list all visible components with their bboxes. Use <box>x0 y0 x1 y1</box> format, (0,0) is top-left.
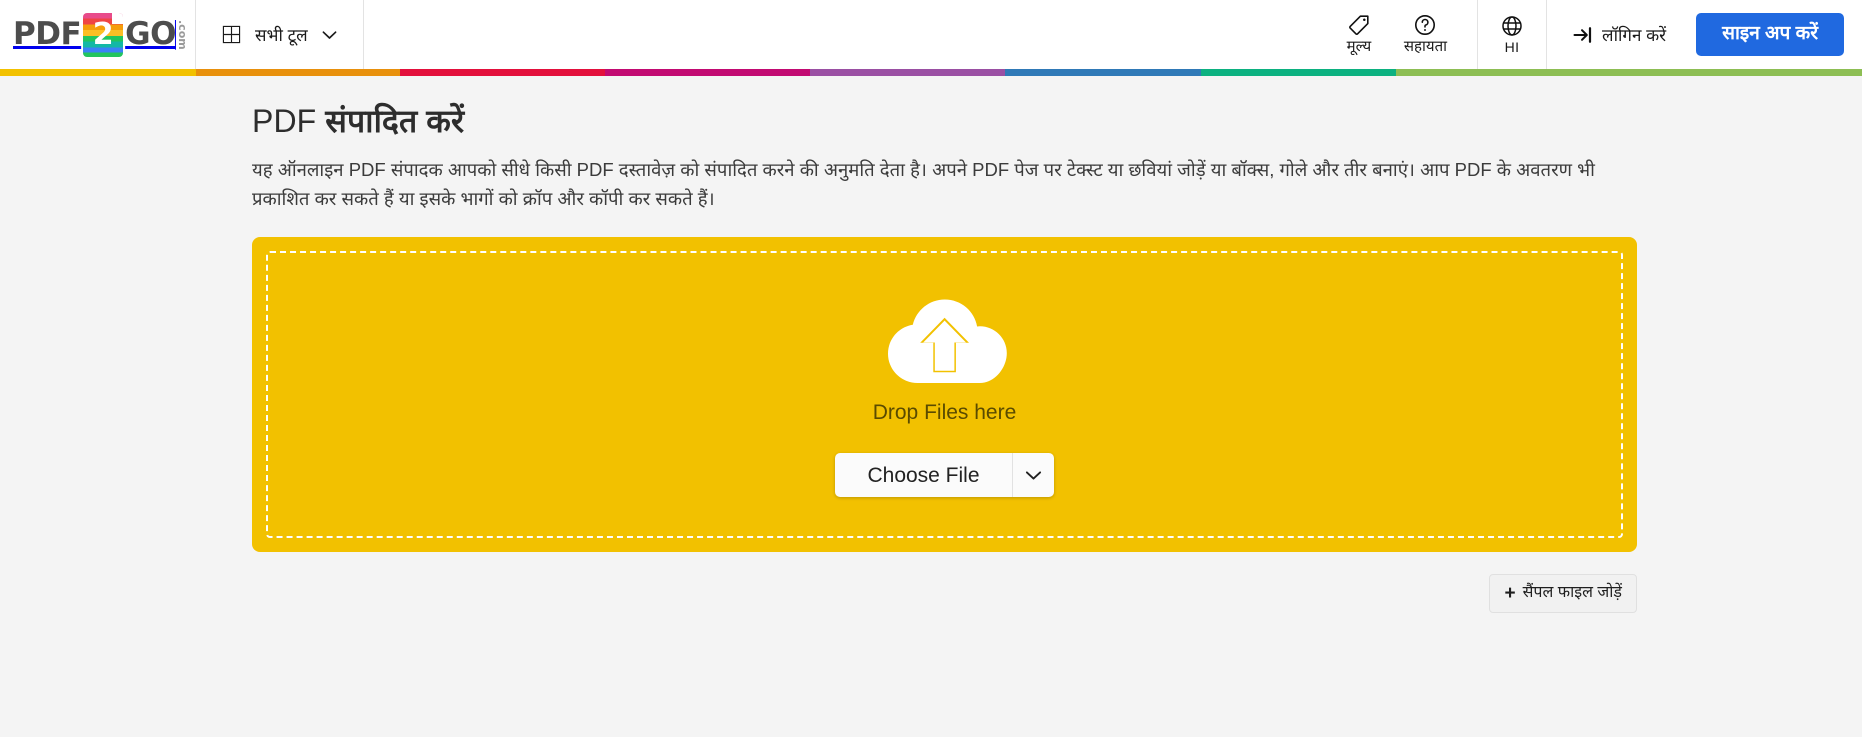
page-title-bold: संपादित करें <box>325 103 465 139</box>
file-dropzone[interactable]: Drop Files here Choose File <box>252 236 1637 552</box>
logo-mark-icon <box>83 12 124 57</box>
content-column: PDF संपादित करें यह ऑनलाइन PDF संपादक आप… <box>252 102 1637 613</box>
stripe-segment <box>1200 69 1397 76</box>
grid-icon <box>222 25 241 44</box>
login-link[interactable]: लॉगिन करें <box>1551 0 1688 69</box>
globe-icon <box>1500 14 1524 38</box>
help-circle-icon <box>1413 13 1437 37</box>
sample-file-row: + सैंपल फाइल जोड़ें <box>252 573 1637 613</box>
choose-file-group: Choose File <box>835 453 1054 498</box>
main-content: PDF संपादित करें यह ऑनलाइन PDF संपादक आप… <box>0 76 1862 613</box>
stripe-segment <box>809 69 1006 76</box>
signup-button[interactable]: साइन अप करें <box>1696 13 1844 56</box>
logo-text-go: GO <box>125 16 176 52</box>
price-tag-icon <box>1347 13 1371 37</box>
header-spacer <box>364 0 1328 69</box>
pricing-link[interactable]: मूल्य <box>1328 0 1390 69</box>
chevron-down-icon <box>322 30 337 40</box>
login-label: लॉगिन करें <box>1602 26 1667 45</box>
stripe-segment <box>0 69 196 76</box>
page-description: यह ऑनलाइन PDF संपादक आपको सीधे किसी PDF … <box>252 159 1595 210</box>
stripe-segment <box>400 69 606 76</box>
stripe-segment <box>1005 69 1201 76</box>
all-tools-label: सभी टूल <box>255 26 308 45</box>
cloud-upload-icon <box>882 291 1008 396</box>
choose-file-button[interactable]: Choose File <box>835 453 1011 497</box>
chevron-down-icon <box>1025 470 1042 481</box>
site-logo[interactable]: PDF GO .com <box>7 12 189 57</box>
logo-text-pdf: PDF <box>13 16 82 52</box>
pricing-label: मूल्य <box>1346 38 1372 56</box>
rainbow-stripe <box>0 69 1862 76</box>
stripe-segment <box>195 69 401 76</box>
page-title-plain: PDF <box>252 103 326 139</box>
login-arrow-icon <box>1573 26 1595 44</box>
help-link[interactable]: सहायता <box>1390 0 1461 69</box>
help-label: सहायता <box>1403 38 1448 56</box>
choose-file-dropdown-toggle[interactable] <box>1011 453 1054 498</box>
plus-icon: + <box>1504 582 1516 604</box>
logo-text-tld: .com <box>175 19 189 50</box>
header-right-group: मूल्य सहायता HI लॉगिन करें साइन अप करें <box>1328 0 1862 69</box>
page-title: PDF संपादित करें <box>252 102 1637 140</box>
add-sample-file-button[interactable]: + सैंपल फाइल जोड़ें <box>1489 573 1637 613</box>
signup-cell: साइन अप करें <box>1688 0 1862 69</box>
all-tools-menu[interactable]: सभी टूल <box>196 0 364 69</box>
language-selector[interactable]: HI <box>1477 0 1548 69</box>
site-header: PDF GO .com सभी टूल <box>0 0 1862 69</box>
stripe-segment <box>1396 69 1862 76</box>
stripe-segment <box>605 69 810 76</box>
drop-files-text: Drop Files here <box>872 401 1017 425</box>
language-label: HI <box>1504 38 1520 55</box>
logo-cell: PDF GO .com <box>0 0 196 69</box>
dropzone-inner: Drop Files here Choose File <box>266 250 1623 538</box>
add-sample-file-label: सैंपल फाइल जोड़ें <box>1522 584 1622 602</box>
